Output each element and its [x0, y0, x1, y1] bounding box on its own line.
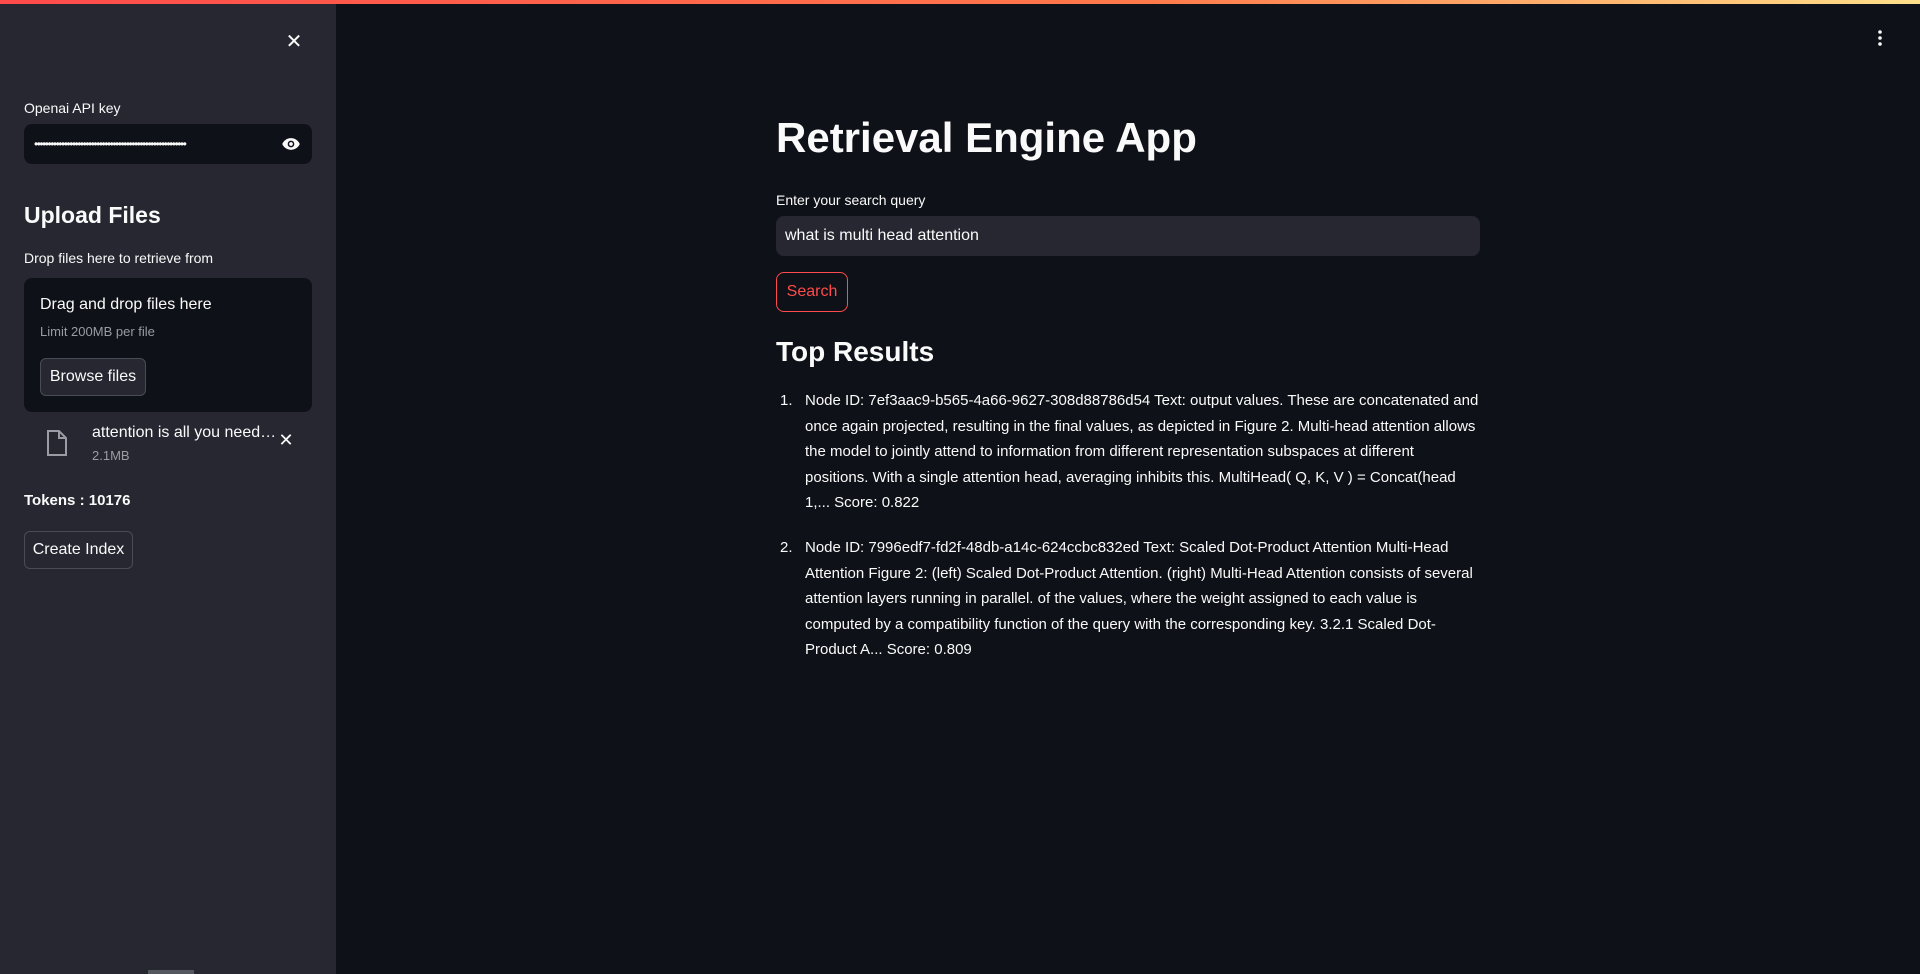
- result-number: 1.: [780, 392, 793, 409]
- api-key-field[interactable]: ••••••••••••••••••••••••••••••••••••••••…: [24, 124, 312, 164]
- horizontal-scrollbar[interactable]: [148, 970, 194, 974]
- api-key-label: Openai API key: [24, 100, 121, 116]
- close-sidebar-icon[interactable]: ✕: [282, 30, 306, 54]
- sidebar: ✕ Openai API key •••••••••••••••••••••••…: [0, 4, 336, 974]
- dropzone-title: Drag and drop files here: [40, 296, 212, 313]
- more-menu-icon[interactable]: [1872, 28, 1888, 48]
- browse-files-button[interactable]: Browse files: [40, 358, 146, 396]
- file-icon: [47, 430, 67, 456]
- api-key-input[interactable]: ••••••••••••••••••••••••••••••••••••••••…: [34, 124, 274, 164]
- dropzone-limit: Limit 200MB per file: [40, 324, 155, 339]
- uploaded-file-item: attention is all you need.pdf 2.1MB ✕: [24, 422, 312, 466]
- create-index-button[interactable]: Create Index: [24, 531, 133, 569]
- result-number: 2.: [780, 539, 793, 556]
- search-button[interactable]: Search: [776, 272, 848, 312]
- upload-files-heading: Upload Files: [24, 202, 161, 228]
- file-dropzone[interactable]: Drag and drop files here Limit 200MB per…: [24, 278, 312, 412]
- upload-label: Drop files here to retrieve from: [24, 250, 214, 266]
- token-count: Tokens : 10176: [24, 492, 131, 509]
- result-text: Node ID: 7ef3aac9-b565-4a66-9627-308d887…: [805, 392, 1479, 512]
- file-size: 2.1MB: [92, 448, 130, 463]
- result-text: Node ID: 7996edf7-fd2f-48db-a14c-624ccbc…: [805, 539, 1473, 659]
- eye-icon[interactable]: [280, 134, 302, 154]
- search-input[interactable]: [776, 216, 1480, 256]
- page-title: Retrieval Engine App: [776, 114, 1197, 161]
- file-name: attention is all you need.pdf: [92, 424, 278, 441]
- remove-file-icon[interactable]: ✕: [276, 430, 296, 450]
- top-results-heading: Top Results: [776, 336, 935, 367]
- search-query-label: Enter your search query: [776, 192, 926, 208]
